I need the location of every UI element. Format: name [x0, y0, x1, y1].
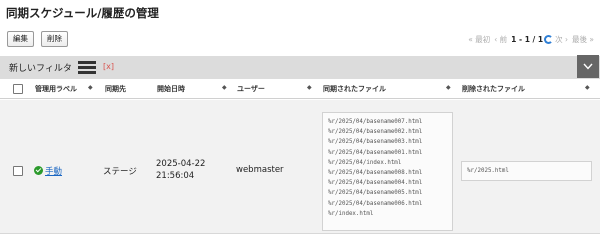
synced-file: %r/2025/04/basename005.html: [328, 190, 423, 197]
filter-toggle-button[interactable]: [577, 55, 599, 78]
synced-files-box[interactable]: %r/2025/04/basename007.html %r/2025/04/b…: [322, 112, 453, 231]
delete-button[interactable]: 削除: [41, 31, 68, 47]
synced-file: %r/2025/04/index.html: [328, 159, 402, 166]
sort-icon[interactable]: ◆: [585, 84, 590, 91]
pager-last-link[interactable]: 最後 »: [572, 34, 594, 45]
sort-icon[interactable]: ◆: [446, 84, 451, 91]
sort-icon[interactable]: ◆: [307, 84, 312, 91]
synced-file: %r/2025/04/basename004.html: [328, 180, 423, 187]
edit-button[interactable]: 編集: [7, 31, 34, 47]
page-title: 同期スケジュール/履歴の管理: [6, 6, 159, 20]
chevron-down-icon: [583, 63, 593, 70]
pager-prev-link[interactable]: ‹ 前: [494, 34, 507, 45]
synced-file: %r/2025/04/basename007.html: [328, 119, 423, 125]
pager-range: 1 - 1 / 1: [511, 34, 544, 44]
row-checkbox[interactable]: [13, 166, 23, 176]
list-icon[interactable]: [78, 61, 96, 74]
row-start-date: 2025-04-22: [156, 159, 206, 169]
sort-icon[interactable]: ◆: [88, 84, 93, 91]
sort-icon[interactable]: ◆: [222, 84, 227, 91]
synced-file: %r/2025/04/basename002.html: [328, 129, 423, 136]
row-label-link[interactable]: 手動: [45, 165, 62, 177]
pagination: « 最初 ‹ 前 1 - 1 / 1 次 › 最後 »: [468, 33, 594, 45]
synced-file: %r/index.html: [328, 210, 374, 217]
row-user: webmaster: [236, 165, 284, 175]
new-filter-label[interactable]: 新しいフィルタ: [9, 61, 72, 74]
column-header-destination[interactable]: 同期先: [105, 84, 126, 94]
row-start-time: 21:56:04: [156, 171, 195, 181]
refresh-icon[interactable]: [544, 34, 554, 44]
row-destination: ステージ: [103, 167, 137, 177]
synced-file: %r/2025/04/basename008.html: [328, 169, 423, 176]
deleted-file: %r/2025.html: [467, 168, 509, 174]
column-header-synced[interactable]: 同期されたファイル: [323, 84, 386, 94]
pager-next-link[interactable]: 次 ›: [555, 34, 568, 45]
clear-filter-link[interactable]: [x]: [103, 62, 114, 71]
synced-file: %r/2025/04/basename003.html: [328, 139, 423, 146]
check-circle-icon: [34, 166, 43, 175]
synced-file: %r/2025/04/basename001.html: [328, 149, 423, 156]
table-header: 管理用ラベル ◆ 同期先 開始日時 ◆ ユーザー ◆ 同期されたファイル ◆ 削…: [0, 80, 600, 99]
column-header-deleted[interactable]: 削除されたファイル: [462, 84, 525, 94]
column-header-user[interactable]: ユーザー: [237, 84, 265, 94]
column-header-label[interactable]: 管理用ラベル: [35, 84, 77, 94]
table-row[interactable]: 手動 ステージ 2025-04-22 21:56:04 webmaster %r…: [0, 100, 600, 234]
deleted-files-box[interactable]: %r/2025.html: [461, 161, 592, 181]
pager-first-link[interactable]: « 最初: [468, 34, 490, 45]
column-header-start[interactable]: 開始日時: [157, 84, 185, 94]
select-all-checkbox[interactable]: [13, 84, 23, 94]
synced-file: %r/2025/04/basename006.html: [328, 200, 423, 207]
filter-bar: 新しいフィルタ [x]: [0, 56, 600, 79]
